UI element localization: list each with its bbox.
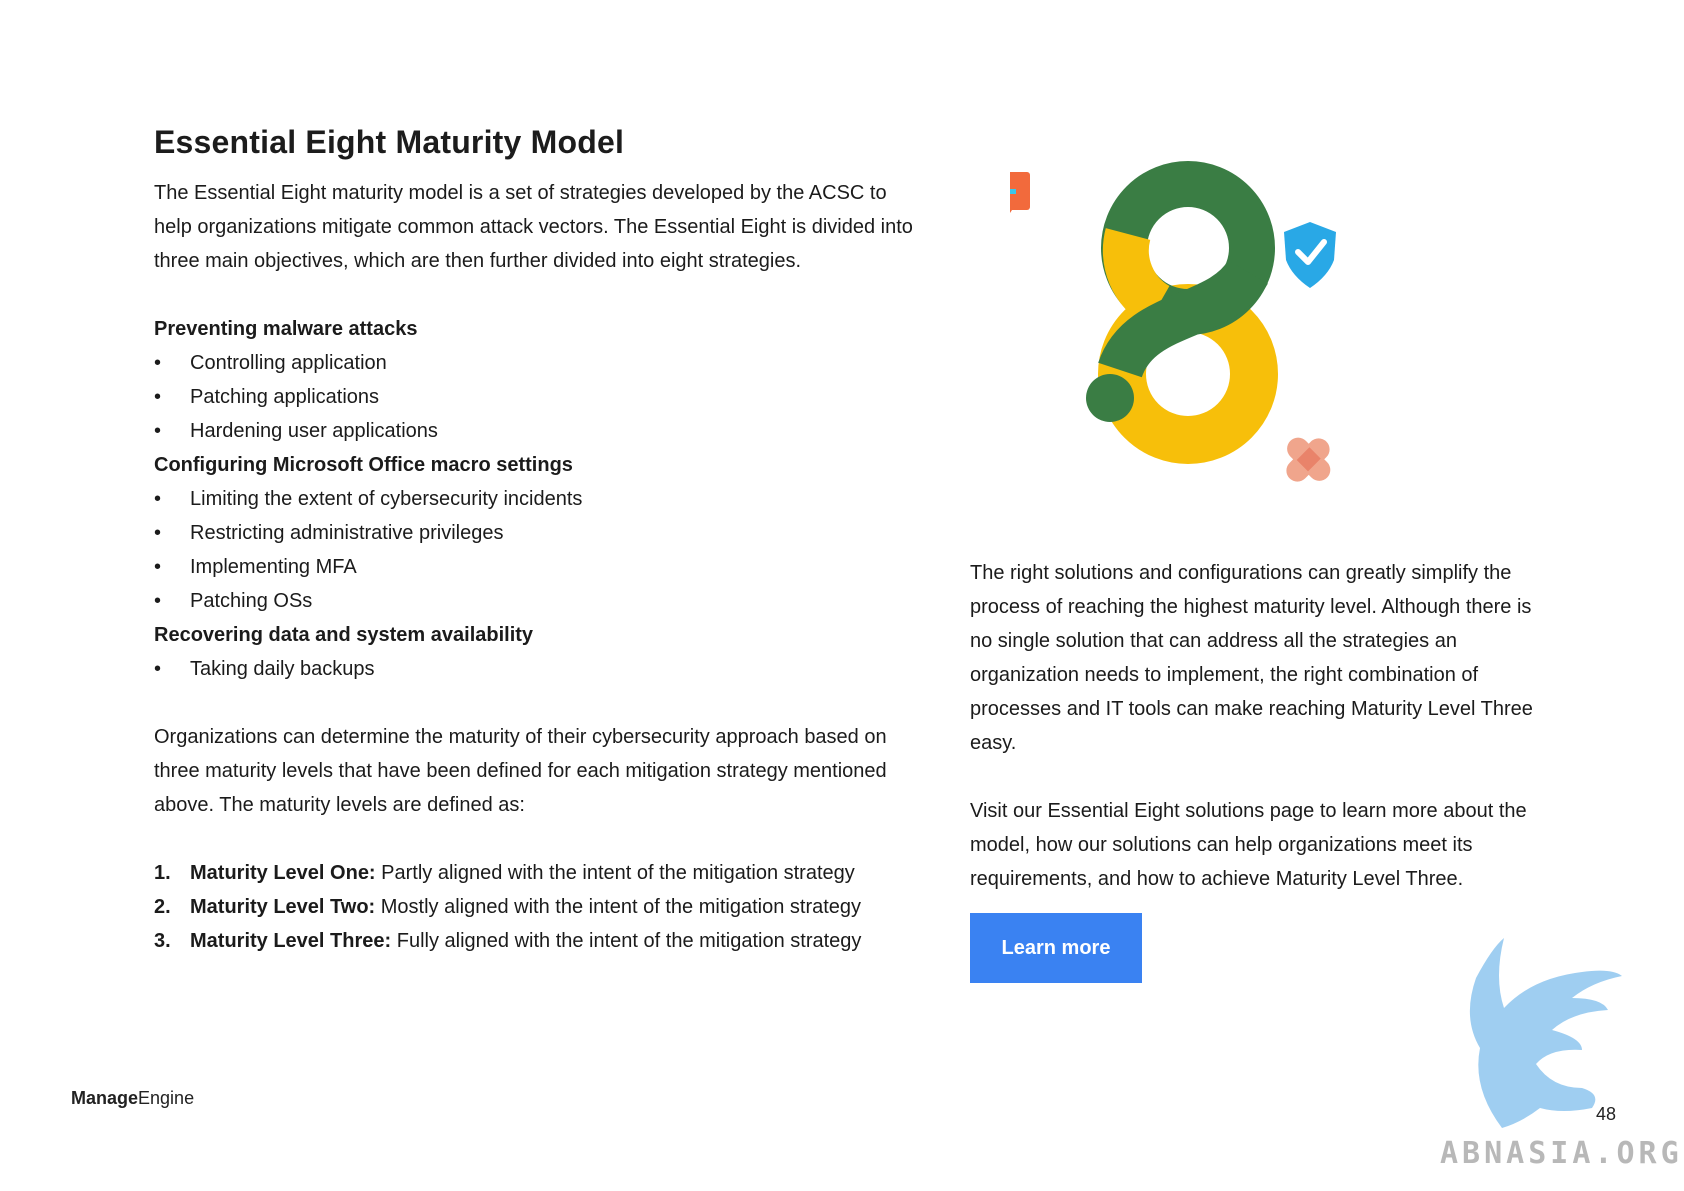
list-item-text: Taking daily backups	[190, 657, 375, 680]
logo-part-engine: Engine	[138, 1088, 195, 1108]
maturity-levels-list: 1. Maturity Level One: Partly aligned wit…	[154, 856, 914, 958]
list-item: • Patching applications	[154, 380, 914, 414]
eight-tail-dot	[1086, 374, 1134, 422]
list-item-text: Restricting administrative privileges	[190, 521, 504, 544]
list-item-text: Hardening user applications	[190, 419, 438, 442]
section-heading: Recovering data and system availability	[154, 623, 534, 646]
strategy-list: • Limiting the extent of cybersecurity in…	[154, 482, 914, 618]
page-title: Essential Eight Maturity Model	[154, 124, 625, 160]
bullet-icon: •	[154, 589, 162, 612]
bullet-icon: •	[154, 385, 162, 408]
strategy-sections: Preventing malware attacks • Controlling a…	[154, 312, 914, 686]
list-item: • Restricting administrative privileges	[154, 516, 914, 550]
section-heading: Preventing malware attacks	[154, 317, 418, 340]
list-item: • Taking daily backups	[154, 652, 914, 686]
griffin-watermark-icon	[1469, 938, 1622, 1128]
level-number: 2.	[154, 895, 171, 918]
watermark-text: ABNASIA.ORG	[1440, 1136, 1683, 1171]
shield-check-icon	[1284, 222, 1336, 288]
bandage-icon	[1286, 437, 1331, 482]
level-description: Mostly aligned with the intent of the mi…	[375, 895, 862, 918]
bullet-icon: •	[154, 487, 162, 510]
bullet-icon: •	[154, 351, 162, 374]
list-item-text: Patching applications	[190, 385, 380, 408]
level-name: Maturity Level Three:	[190, 929, 392, 952]
maturity-level-item: 3. Maturity Level Three: Fully aligned wi…	[154, 924, 914, 958]
list-item: • Limiting the extent of cybersecurity in…	[154, 482, 914, 516]
learn-more-button[interactable]: Learn more	[970, 913, 1142, 983]
essential-eight-illustration	[1010, 161, 1336, 482]
list-item: • Patching OSs	[154, 584, 914, 618]
solutions-paragraph: The right solutions and configurations c…	[970, 562, 1533, 754]
list-item-text: Controlling application	[190, 351, 387, 374]
bullet-icon: •	[154, 419, 162, 442]
list-item-text: Implementing MFA	[190, 555, 357, 578]
level-number: 3.	[154, 929, 171, 952]
bullet-icon: •	[154, 555, 162, 578]
main-column: Essential Eight Maturity Model The Essen…	[154, 122, 914, 958]
maturity-level-item: 1. Maturity Level One: Partly aligned wit…	[154, 856, 914, 890]
list-item-text: Patching OSs	[190, 589, 313, 612]
right-column: The right solutions and configurations c…	[970, 556, 1550, 896]
intro-paragraph: The Essential Eight maturity model is a …	[154, 181, 913, 272]
level-name: Maturity Level One:	[190, 861, 376, 884]
bullet-icon: •	[154, 521, 162, 544]
maturity-level-item: 2. Maturity Level Two: Mostly aligned wit…	[154, 890, 914, 924]
strategy-list: • Taking daily backups	[154, 652, 914, 686]
level-description: Fully aligned with the intent of the mit…	[391, 929, 862, 952]
manageengine-logo: ManageEngine	[71, 1088, 194, 1109]
levels-intro-paragraph: Organizations can determine the maturity…	[154, 725, 887, 816]
list-item-text: Limiting the extent of cybersecurity inc…	[190, 487, 583, 510]
section-heading: Configuring Microsoft Office macro setti…	[154, 453, 573, 476]
strategy-list: • Controlling application • Patching applic…	[154, 346, 914, 448]
level-number: 1.	[154, 861, 171, 884]
list-item: • Controlling application	[154, 346, 914, 380]
list-item: • Implementing MFA	[154, 550, 914, 584]
bullet-icon: •	[154, 657, 162, 680]
key-chat-icon	[1010, 172, 1030, 213]
level-name: Maturity Level Two:	[190, 895, 376, 918]
list-item: • Hardening user applications	[154, 414, 914, 448]
visit-paragraph: Visit our Essential Eight solutions page…	[970, 800, 1527, 890]
eight-upper-yellow-segment	[1102, 228, 1171, 326]
level-description: Partly aligned with the intent of the mi…	[375, 861, 855, 884]
logo-part-manage: Manage	[71, 1088, 139, 1108]
